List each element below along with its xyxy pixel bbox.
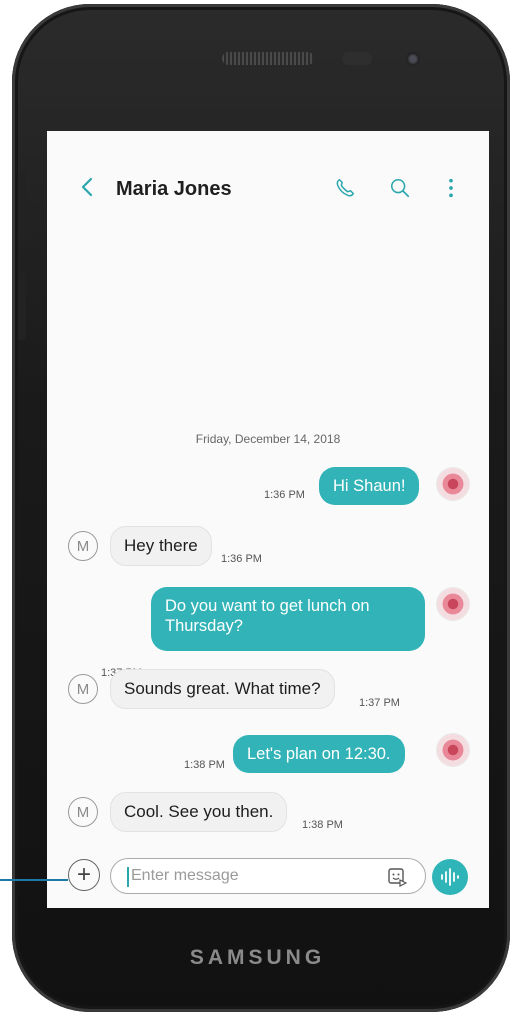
message-line: Do you want to get lunch on (165, 597, 370, 615)
text-cursor (127, 867, 129, 887)
my-avatar (437, 468, 469, 500)
message-composer: + Enter message (47, 853, 489, 903)
brand-logo: SAMSUNG (189, 946, 326, 969)
chevron-left-icon[interactable] (79, 177, 95, 197)
message-placeholder: Enter message (131, 867, 239, 884)
outgoing-message[interactable]: Let's plan on 12:30. (233, 735, 405, 773)
waveform-icon (441, 868, 459, 886)
my-avatar (437, 588, 469, 620)
incoming-message[interactable]: Cool. See you then. (110, 792, 288, 832)
message-time: 1:37 PM (359, 697, 400, 709)
volume-button (18, 172, 26, 240)
incoming-message[interactable]: Sounds great. What time? (110, 669, 335, 709)
message-time: 1:38 PM (184, 759, 225, 771)
contact-avatar[interactable]: M (68, 531, 98, 561)
message-time: 1:36 PM (221, 553, 262, 565)
incoming-message[interactable]: Hey there (110, 526, 212, 566)
voice-send-icon[interactable] (432, 859, 468, 895)
more-vertical-icon[interactable] (440, 177, 462, 199)
sticker-icon[interactable] (387, 867, 407, 887)
power-button (18, 272, 26, 340)
outgoing-message[interactable]: Do you want to get lunch on Thursday? (151, 587, 425, 651)
contact-avatar[interactable]: M (68, 674, 98, 704)
message-time: 1:38 PM (302, 819, 343, 831)
contact-name: Maria Jones (116, 178, 232, 200)
plus-icon[interactable]: + (68, 859, 100, 891)
message-input[interactable]: Enter message (110, 858, 426, 894)
date-separator: Friday, December 14, 2018 (195, 432, 341, 446)
my-avatar (437, 734, 469, 766)
contact-avatar[interactable]: M (68, 797, 98, 827)
message-line: Thursday? (165, 617, 243, 635)
outgoing-message[interactable]: Hi Shaun! (319, 467, 420, 505)
search-icon[interactable] (389, 177, 411, 199)
front-camera (406, 52, 420, 66)
message-time: 1:36 PM (264, 489, 305, 501)
callout-line (0, 879, 68, 881)
phone-icon[interactable] (334, 177, 356, 199)
messages-screen: Maria Jones Friday, December 14, 2018 1:… (47, 131, 489, 908)
proximity-sensor (342, 52, 372, 65)
earpiece-speaker (222, 52, 314, 65)
conversation-header: Maria Jones (47, 131, 489, 249)
